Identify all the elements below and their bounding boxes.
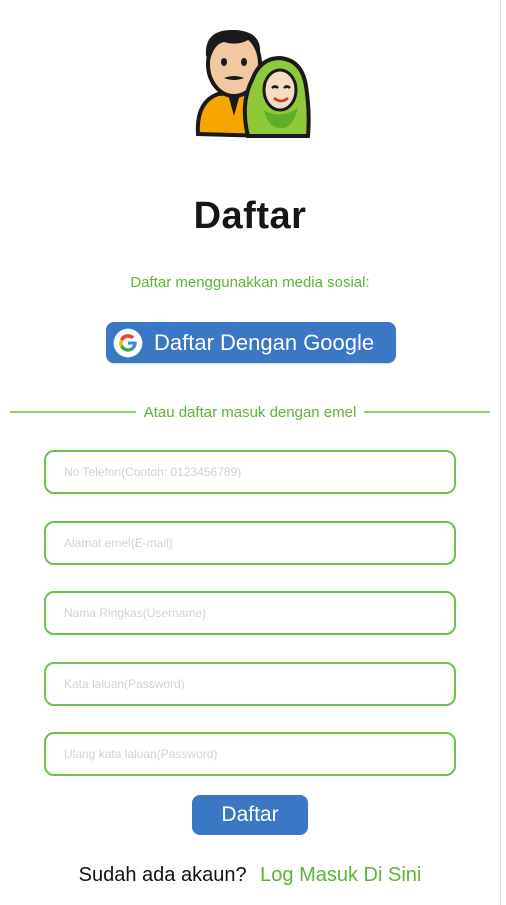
phone-input[interactable] [44,450,456,494]
register-page: Daftar Daftar menggunakkan media sosial:… [0,0,501,905]
password-input[interactable] [44,662,456,706]
page-title: Daftar [193,195,307,237]
google-signup-label: Daftar Dengan Google [154,329,375,355]
login-link[interactable]: Log Masuk Di Sini [260,864,421,886]
divider-label: Atau daftar masuk dengan emel [143,403,357,421]
email-input[interactable] [44,521,456,565]
google-signup-button[interactable]: Daftar Dengan Google [106,322,396,363]
google-g-icon [110,325,146,361]
divider-line-right [364,411,491,413]
couple-avatar-icon [188,24,314,146]
have-account-text: Sudah ada akaun? [78,864,247,886]
register-submit-button[interactable]: Daftar [192,795,308,835]
social-signup-prompt: Daftar menggunakkan media sosial: [130,274,370,291]
email-signup-divider: Atau daftar masuk dengan emel [10,401,491,423]
divider-line-left [10,411,136,413]
username-input[interactable] [44,591,456,635]
login-prompt: Sudah ada akaun? Log Masuk Di Sini [0,864,500,887]
confirm-password-input[interactable] [44,732,456,776]
